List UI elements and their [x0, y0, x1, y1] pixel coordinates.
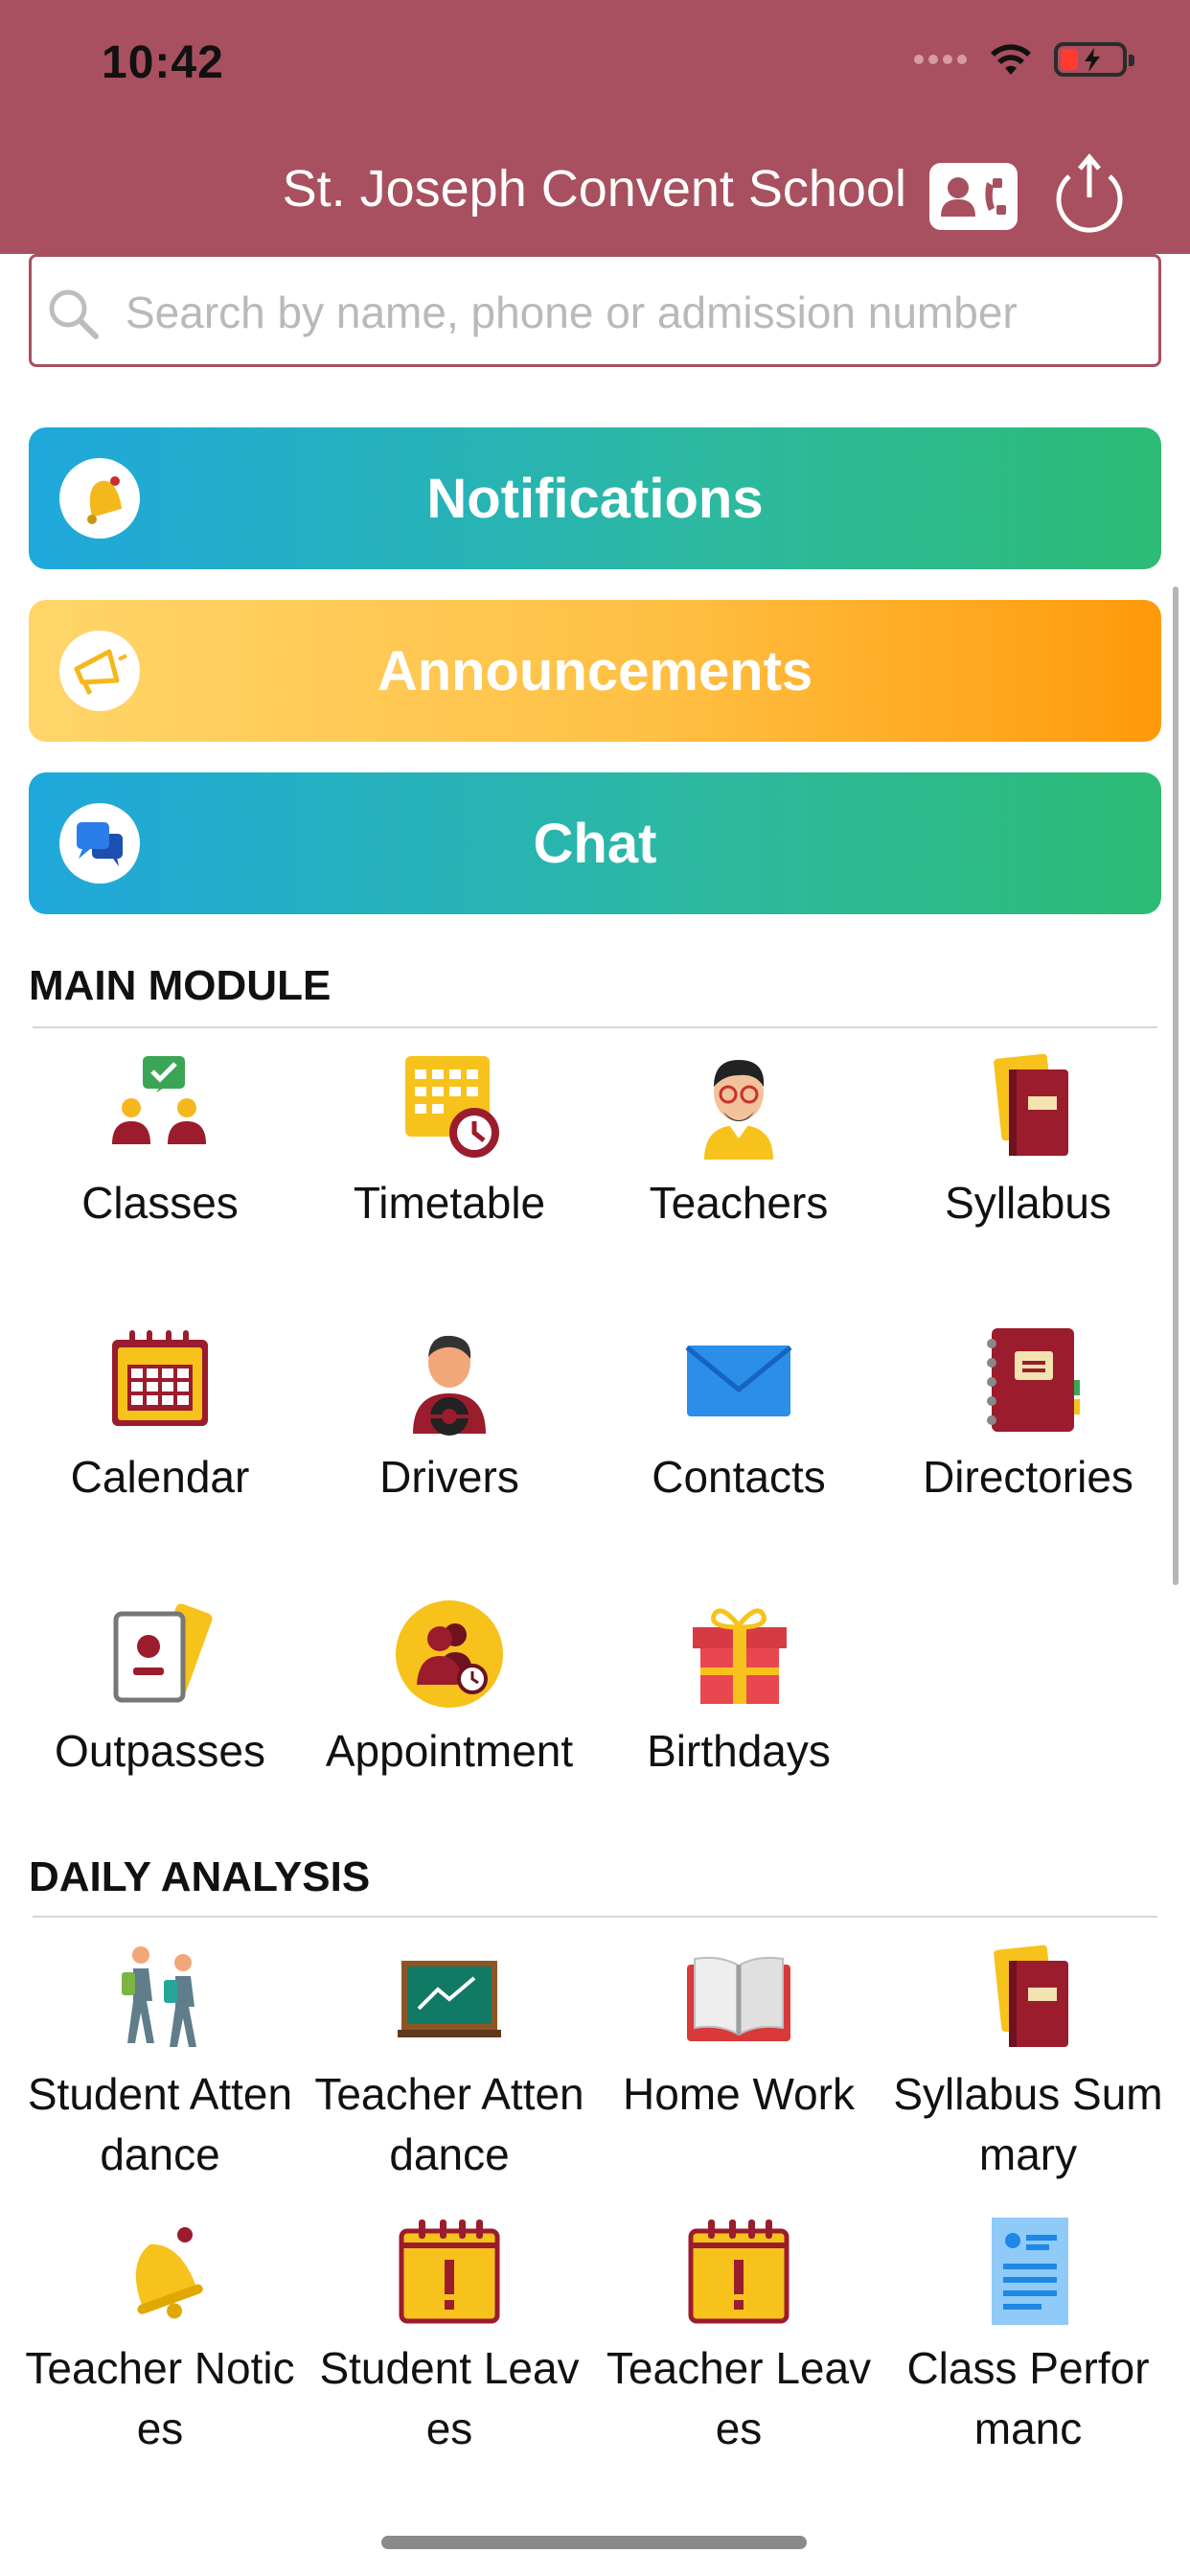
timetable-tile[interactable]: Timetable [305, 1048, 594, 1233]
teacher-leaves-label: Teacher Leaves [606, 2343, 872, 2453]
student-leaves-tile[interactable]: Student Leaves [305, 2214, 594, 2459]
cellular-signal-icon [914, 55, 968, 64]
syllabus-tile[interactable]: Syllabus [883, 1048, 1173, 1233]
status-time: 10:42 [102, 37, 224, 88]
outpasses-label: Outpasses [55, 1726, 265, 1776]
status-icons [914, 42, 1134, 77]
appointment-icon [396, 1600, 503, 1708]
class-performance-tile[interactable]: Class Performanc [883, 2214, 1173, 2459]
students-walking-icon [122, 1946, 196, 2047]
drivers-label: Drivers [379, 1452, 519, 1502]
search-input[interactable] [126, 274, 1141, 351]
student-leaves-label: Student Leaves [319, 2343, 580, 2453]
app-header: 10:42 St. Joseph Convent School [0, 0, 1190, 254]
classes-label: Classes [81, 1178, 239, 1228]
chat-button[interactable]: Chat [29, 772, 1161, 914]
classes-icon [112, 1056, 206, 1144]
main-module-divider [33, 1026, 1157, 1028]
teacher-leaves-tile[interactable]: Teacher Leaves [594, 2214, 883, 2459]
chalkboard-icon [398, 1961, 501, 2037]
teacher-notices-tile[interactable]: Teacher Notices [15, 2214, 305, 2459]
report-icon [992, 2218, 1068, 2325]
daily-analysis-title: DAILY ANALYSIS [29, 1853, 371, 1900]
teachers-tile[interactable]: Teachers [594, 1048, 883, 1233]
directory-book-icon [987, 1328, 1080, 1432]
wifi-icon [991, 44, 1031, 75]
school-name: St. Joseph Convent School [282, 160, 906, 218]
main-module-title: MAIN MODULE [29, 962, 332, 1009]
birthdays-label: Birthdays [647, 1726, 831, 1776]
search-icon [49, 289, 99, 339]
directories-tile[interactable]: Directories [883, 1322, 1173, 1507]
teacher-attendance-tile[interactable]: Teacher Attendance [305, 1940, 594, 2185]
books-icon [994, 1944, 1068, 2047]
calendar-alert-icon [399, 2220, 500, 2324]
contact-card-button[interactable] [929, 163, 1018, 230]
home-indicator[interactable] [381, 2536, 807, 2549]
birthdays-tile[interactable]: Birthdays [594, 1597, 883, 1782]
contacts-label: Contacts [652, 1452, 826, 1502]
calendar-alert-icon [688, 2220, 790, 2324]
battery-icon [1054, 42, 1134, 77]
appointment-tile[interactable]: Appointment [305, 1597, 594, 1782]
syllabus-summary-tile[interactable]: Syllabus Summary [883, 1940, 1173, 2185]
contacts-tile[interactable]: Contacts [594, 1322, 883, 1507]
chat-label: Chat [533, 812, 657, 875]
bell-icon [135, 2227, 203, 2319]
calendar-tile[interactable]: Calendar [15, 1322, 305, 1507]
contact-card-icon [941, 177, 1006, 217]
teacher-attendance-label: Teacher Attendance [314, 2069, 584, 2179]
teacher-notices-label: Teacher Notices [25, 2343, 295, 2453]
announcements-button[interactable]: Announcements [29, 600, 1161, 742]
class-performance-label: Class Performanc [906, 2343, 1150, 2453]
announcements-label: Announcements [377, 639, 813, 702]
home-work-label: Home Work [623, 2069, 855, 2119]
appointment-label: Appointment [325, 1726, 574, 1776]
outpasses-tile[interactable]: Outpasses [15, 1597, 305, 1782]
syllabus-summary-label: Syllabus Summary [893, 2069, 1163, 2179]
logout-power-icon[interactable] [1048, 151, 1131, 240]
notifications-button[interactable]: Notifications [29, 427, 1161, 569]
scrollbar[interactable] [1173, 586, 1179, 1585]
drivers-tile[interactable]: Drivers [305, 1322, 594, 1507]
mail-icon [685, 1346, 792, 1416]
home-work-tile[interactable]: Home Work [594, 1940, 883, 2125]
search-box[interactable] [29, 254, 1161, 367]
daily-analysis-divider [33, 1916, 1157, 1918]
student-attendance-tile[interactable]: Student Attendance [15, 1940, 305, 2185]
books-icon [994, 1053, 1068, 1156]
chat-bubbles-icon [59, 803, 140, 884]
teachers-label: Teachers [649, 1178, 829, 1228]
calendar-label: Calendar [70, 1452, 250, 1502]
megaphone-icon [59, 631, 140, 711]
calendar-icon [112, 1330, 208, 1426]
classes-tile[interactable]: Classes [15, 1048, 305, 1233]
student-attendance-label: Student Attendance [27, 2069, 293, 2179]
notifications-label: Notifications [426, 467, 764, 530]
driver-icon [413, 1335, 486, 1436]
timetable-icon [405, 1056, 499, 1158]
teacher-avatar-icon [704, 1060, 773, 1160]
outpass-card-icon [113, 1603, 213, 1703]
syllabus-label: Syllabus [945, 1178, 1111, 1228]
open-book-icon [687, 1956, 790, 2041]
directories-label: Directories [923, 1452, 1133, 1502]
timetable-label: Timetable [353, 1178, 546, 1228]
gift-icon [693, 1608, 787, 1704]
bell-icon [59, 458, 140, 539]
